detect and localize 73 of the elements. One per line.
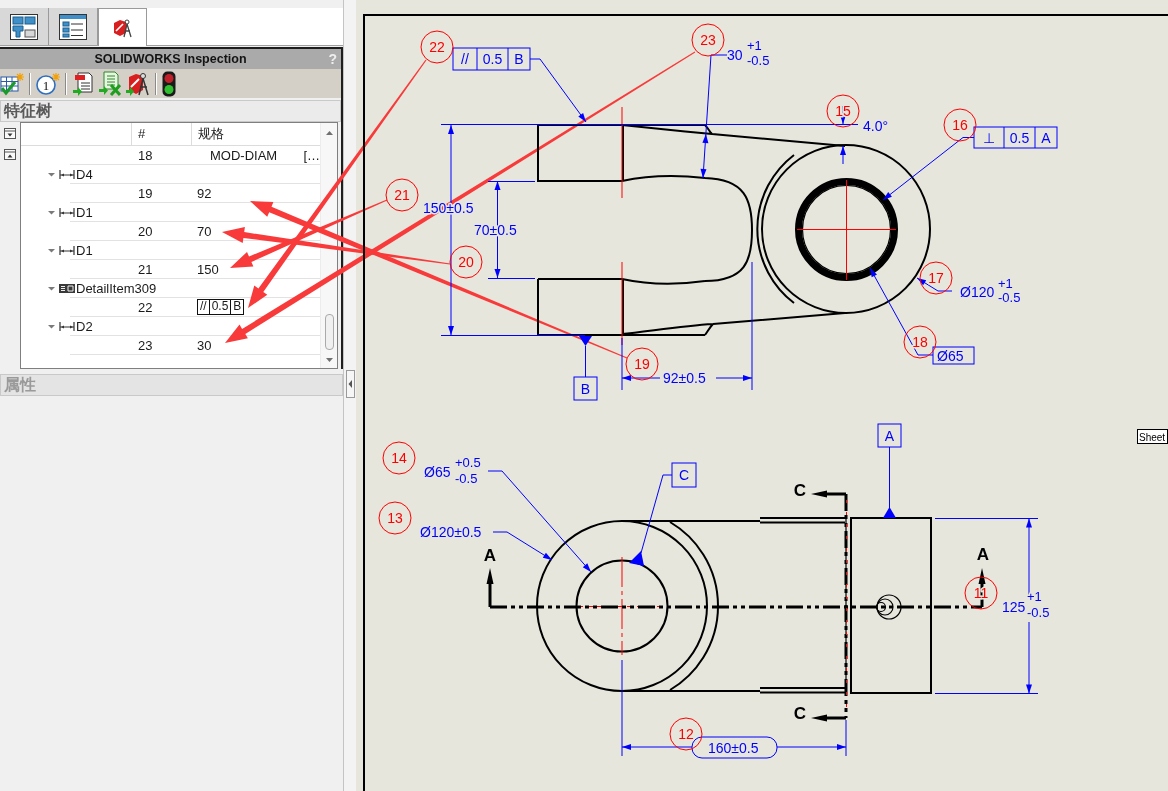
tree-item[interactable]: D4 (76, 166, 93, 182)
note-icon (59, 282, 75, 294)
scrollbar-thumb[interactable] (324, 314, 334, 350)
table-cell: 18 (138, 147, 153, 163)
cube-caliper-icon (112, 17, 133, 38)
feature-control-frame: ⊥ 0.5 A (973, 126, 1058, 149)
table-check-icon[interactable] (0, 71, 24, 96)
table-cell: 19 (138, 185, 153, 201)
dimension-text: 92±0.5 (663, 370, 706, 386)
dimension-icon (59, 168, 75, 180)
caret-down-icon[interactable] (48, 208, 55, 216)
table-cell: 150 (197, 261, 219, 277)
table-cell: MOD-DIAM (210, 147, 278, 163)
splitter-handle-icon[interactable] (345, 370, 355, 398)
balloon: 17 (919, 261, 953, 295)
column-header: # (132, 123, 192, 145)
tolerance-frame: // 0.5 B (197, 299, 245, 315)
oval-dimension: 160±0.5 (691, 736, 778, 759)
tree-item[interactable]: D1 (76, 242, 93, 258)
panel-tab[interactable] (49, 8, 98, 45)
balloon: 23 (691, 23, 725, 57)
box-arrow-up-icon[interactable] (4, 149, 16, 160)
panel-title: SOLIDWORKS Inspection (94, 52, 247, 66)
dimension-text: 4.0° (863, 118, 889, 134)
feature-control-frame: // 0.5 B (452, 47, 531, 71)
balloon: 19 (625, 347, 659, 381)
dimension-icon (59, 244, 75, 256)
section-header: 特征树 (0, 100, 341, 122)
boxed-dimension: Ø65 (932, 346, 975, 365)
list-window-icon (59, 13, 87, 40)
table-cell: 22 (138, 299, 153, 315)
dimension-icon (59, 206, 75, 218)
table-cell: 21 (138, 261, 153, 277)
section-label: C (793, 704, 807, 723)
balloon: 16 (943, 108, 977, 142)
balloon: 14 (382, 441, 416, 475)
table-cell: 92 (197, 185, 212, 201)
document-arrow-icon[interactable] (72, 70, 94, 97)
tree-item[interactable]: D1 (76, 204, 93, 220)
balloon: 21 (385, 178, 419, 212)
scroll-up-icon[interactable] (325, 131, 333, 135)
caret-down-icon[interactable] (48, 246, 55, 254)
section-label: A (483, 546, 497, 565)
traffic-light-icon[interactable] (162, 70, 176, 97)
splitter-bar[interactable] (343, 0, 356, 791)
leader-line (529, 58, 587, 123)
balloon: 13 (378, 501, 412, 535)
balloon: 22 (420, 30, 454, 64)
caret-down-icon[interactable] (48, 284, 55, 292)
balloon: 18 (903, 325, 937, 359)
layout-grid-icon (10, 13, 38, 40)
balloon: 20 (449, 245, 483, 279)
tree-item[interactable]: D2 (76, 318, 93, 334)
section-label: C (793, 481, 807, 500)
caret-down-icon[interactable] (48, 322, 55, 330)
balloon: 15 (826, 94, 860, 128)
box-arrow-down-icon[interactable] (4, 128, 16, 139)
cube-caliper-icon[interactable] (126, 70, 150, 97)
table-cell: 30 (197, 337, 212, 353)
dimension-icon (59, 320, 75, 332)
table-cell: [… (303, 147, 320, 163)
document-cross-icon[interactable] (99, 70, 121, 97)
caret-down-icon[interactable] (48, 170, 55, 178)
dimension-text: Ø120±0.5 (420, 524, 482, 540)
panel-tab[interactable] (0, 8, 49, 45)
table-cell: 70 (197, 223, 212, 239)
sheet-tab[interactable]: Sheet (1137, 429, 1168, 444)
section-header: 属性 (0, 374, 343, 396)
balloon: 12 (669, 717, 703, 751)
tree-item[interactable]: DetailItem309 (76, 280, 157, 296)
table-cell: 23 (138, 337, 153, 353)
table-cell: 20 (138, 223, 153, 239)
section-label: A (976, 545, 990, 564)
